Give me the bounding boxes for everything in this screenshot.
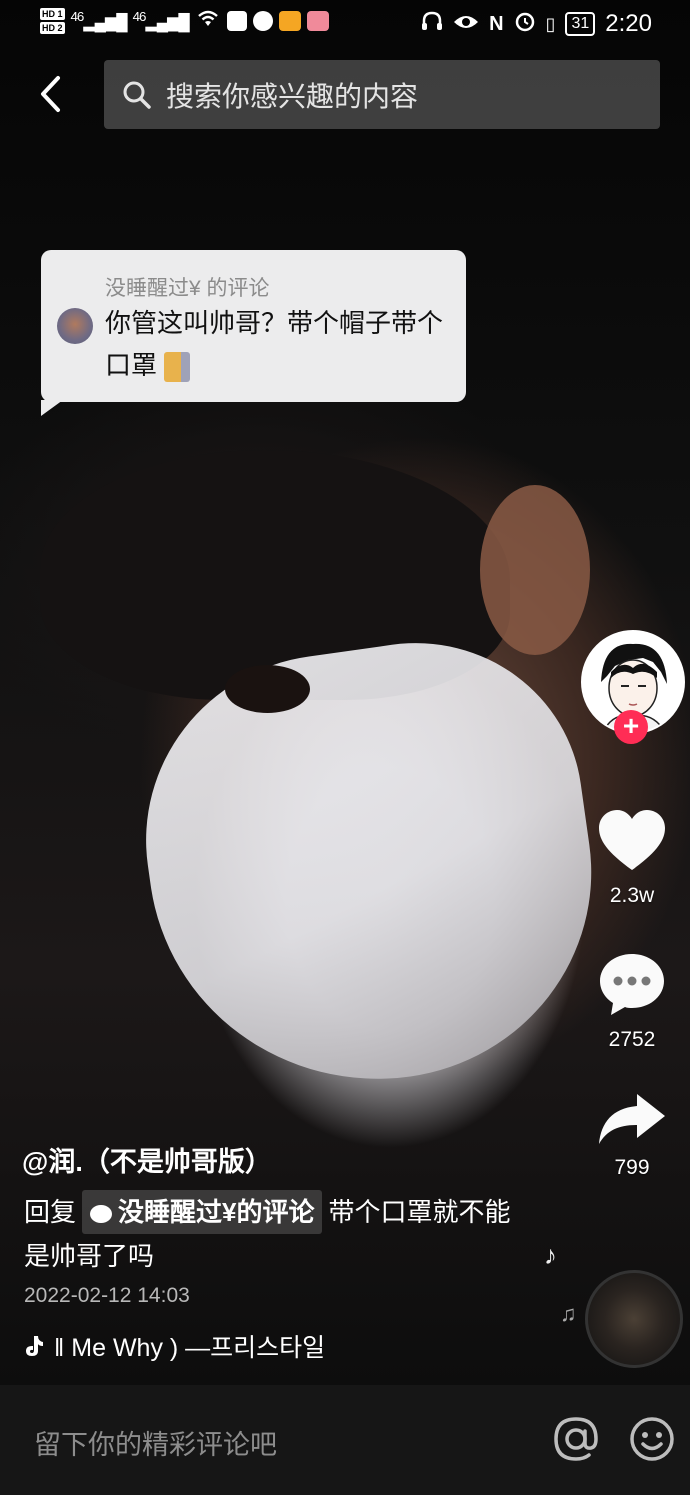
comment-input-bar: 留下你的精彩评论吧 <box>0 1385 690 1495</box>
video-ear-shape <box>480 485 590 655</box>
video-description: 回复 没睡醒过¥的评论 带个口罩就不能是帅哥了吗 <box>24 1190 524 1278</box>
wifi-icon <box>195 8 221 34</box>
alarm-icon <box>514 10 536 38</box>
comment-sticker-author: 没睡醒过¥ 的评论 <box>105 277 270 300</box>
cat-emoji-icon <box>164 352 191 383</box>
back-button[interactable] <box>30 72 70 116</box>
smiley-icon <box>630 1417 674 1461</box>
emoji-button[interactable] <box>628 1415 676 1463</box>
share-arrow-icon <box>599 1094 665 1144</box>
floating-music-note-icon-2: ♫ <box>560 1301 577 1326</box>
battery-icon: 31 <box>565 12 596 36</box>
comment-sticker-avatar <box>57 308 93 344</box>
search-placeholder: 搜索你感兴趣的内容 <box>166 80 419 112</box>
follow-plus-button[interactable]: + <box>614 710 648 744</box>
music-disc[interactable]: ♫ <box>560 1270 683 1368</box>
hd2-badge: HD 2 <box>40 22 65 34</box>
eye-comfort-icon <box>453 11 479 37</box>
reply-prefix: 回复 <box>24 1197 77 1227</box>
chevron-left-icon <box>41 76 60 112</box>
music-info[interactable]: ‖ Me Why ) —프리스타일 <box>22 1328 325 1364</box>
heart-icon <box>599 810 665 870</box>
video-screen: HD 1 HD 2 46▂▄▆█ 46▂▄▆█ N ▯ 31 2:20 搜索你感… <box>0 0 690 1495</box>
status-time: 2:20 <box>605 10 652 37</box>
comment-count: 2752 <box>608 1028 656 1051</box>
floating-music-note-icon: ♪ <box>544 1240 557 1270</box>
signal-icon-1: 46▂▄▆█ <box>70 9 128 32</box>
share-button[interactable]: 799 <box>587 1090 677 1180</box>
search-icon <box>120 78 154 112</box>
post-date: 2022-02-12 14:03 <box>24 1284 190 1307</box>
nfc-icon: N <box>489 12 504 35</box>
app-notification-icon-2 <box>252 11 273 31</box>
comment-input[interactable]: 留下你的精彩评论吧 <box>34 1423 277 1462</box>
app-notification-icon-3 <box>306 11 329 31</box>
bubble-tail <box>41 400 63 416</box>
like-count: 2.3w <box>609 884 655 907</box>
comment-button[interactable]: 2752 <box>587 950 677 1052</box>
reply-comment-chip[interactable]: 没睡醒过¥的评论 <box>82 1190 323 1234</box>
music-title: ‖ Me Why ) —프리스타일 <box>54 1334 326 1362</box>
status-right: N ▯ 31 2:20 <box>421 10 652 38</box>
video-author-name[interactable]: @润.（不是帅哥版） <box>22 1140 272 1179</box>
chat-bubble-icon <box>90 1205 113 1224</box>
mention-button[interactable] <box>552 1415 600 1463</box>
hd-indicators: HD 1 HD 2 <box>40 8 65 34</box>
like-button[interactable]: 2.3w <box>587 808 677 908</box>
tiktok-note-icon <box>26 1336 43 1356</box>
at-sign-icon <box>554 1417 598 1461</box>
comment-sticker[interactable]: 没睡醒过¥ 的评论 你管这叫帅哥？带个帽子带个口罩 <box>41 250 466 416</box>
comment-bubble-icon <box>600 954 664 1015</box>
weibo-icon <box>278 11 301 31</box>
headphones-icon <box>421 11 443 37</box>
status-left: HD 1 HD 2 46▂▄▆█ 46▂▄▆█ <box>40 8 329 34</box>
status-bar: HD 1 HD 2 46▂▄▆█ 46▂▄▆█ N ▯ 31 2:20 <box>0 0 690 50</box>
comment-sticker-text: 你管这叫帅哥？带个帽子带个口罩 <box>105 302 455 386</box>
signal-icon-2: 46▂▄▆█ <box>132 9 190 32</box>
video-eye-shape <box>225 665 310 713</box>
search-input[interactable]: 搜索你感兴趣的内容 <box>104 60 660 129</box>
share-count: 799 <box>614 1156 650 1179</box>
comment-sticker-body: 你管这叫帅哥？带个帽子带个口罩 <box>105 308 444 380</box>
app-notification-icon-1 <box>226 11 247 31</box>
vibrate-icon: ▯ <box>545 13 556 34</box>
reply-chip-label: 没睡醒过¥的评论 <box>118 1197 315 1227</box>
hd1-badge: HD 1 <box>40 8 65 20</box>
